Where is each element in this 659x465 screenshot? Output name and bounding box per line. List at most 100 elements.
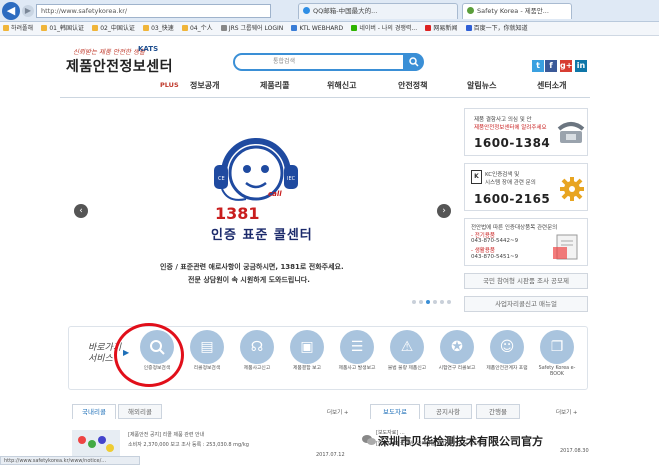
quick-item-label: 제품안전관계자 포럼 [486, 366, 528, 371]
carousel-dot[interactable] [447, 300, 451, 304]
svg-text:IEC: IEC [287, 176, 296, 182]
headset-mascot-icon: CE IEC [214, 138, 298, 201]
quick-item-recall-search[interactable]: ▤ 리콜정보검색 [186, 330, 228, 386]
address-bar[interactable]: http://www.safetykorea.kr/ [36, 4, 271, 18]
tab-overseas-recall[interactable]: 해외리콜 [118, 404, 162, 419]
kc-icon: K [471, 170, 482, 184]
phone-icon [557, 122, 585, 143]
carousel-dot-active[interactable] [426, 300, 430, 304]
news-thumbnail[interactable] [72, 430, 120, 458]
panel-text: 제품안전정보센터에 알려주세요 [474, 125, 547, 131]
box-icon: ▣ [290, 330, 324, 364]
facebook-icon[interactable]: f [545, 60, 557, 72]
favorite-item[interactable]: 하려폴해 [3, 22, 33, 35]
recall-report-panel[interactable]: 제품 결함사고 의심 및 안 제품안전정보센터에 알려주세요 1600-1384 [464, 108, 588, 156]
nav-item-about[interactable]: 센터소개 [537, 80, 566, 91]
panel-text: 전안법에 따른 인증대상품목 관련문의 [471, 225, 558, 231]
certification-inquiry-panel[interactable]: 전안법에 따른 인증대상품목 관련문의 - 전기용품 043-870-5442~… [464, 218, 588, 266]
page-icon [220, 25, 227, 31]
phone-number: 043-870-5451~9 [471, 254, 519, 260]
forward-button[interactable]: ▶ [22, 5, 34, 17]
quick-item-illegal-report[interactable]: ⚠ 불법 불량 제품신고 [386, 330, 428, 386]
quick-item-label: 리콜정보검색 [193, 366, 221, 371]
twitter-icon[interactable]: t [532, 60, 544, 72]
quick-item-lab-recall[interactable]: ✪ 시험연구 리콜보고 [436, 330, 478, 386]
gear-icon [560, 177, 584, 201]
more-link[interactable]: 더보기 + [556, 408, 578, 416]
highlight-annotation-circle [114, 323, 184, 387]
quick-item-label: 제품사고 발생보고 [338, 366, 376, 371]
quick-item-occurrence-report[interactable]: ☰ 제품사고 발생보고 [336, 330, 378, 386]
document-icon [553, 234, 578, 260]
logo-slogan: 신뢰받는 제품 안전한 생활 [73, 48, 145, 56]
search-icon [408, 57, 419, 67]
carousel-dot[interactable] [433, 300, 437, 304]
search-input[interactable]: 통합검색 [233, 53, 423, 71]
carousel-dot[interactable] [419, 300, 423, 304]
favorite-item[interactable]: 01_韩国认证 [41, 22, 84, 35]
participation-survey-button[interactable]: 국민 참여형 시판품 조사 공모제 [464, 273, 588, 289]
googleplus-icon[interactable]: g+ [560, 60, 572, 72]
quick-item-label: 제품결함 보고 [292, 366, 321, 371]
recall-manual-button[interactable]: 사업자리콜신고 매뉴얼 [464, 296, 588, 312]
carousel-dot[interactable] [412, 300, 416, 304]
clipboard-icon: ☰ [340, 330, 374, 364]
nav-item-recall[interactable]: 제품리콜 [260, 80, 289, 91]
quick-item-forum[interactable]: ☺ 제품안전관계자 포럼 [486, 330, 528, 386]
tab-label: QQ邮箱-中国最大的... [313, 7, 378, 15]
mail-icon [303, 7, 310, 14]
favorite-item[interactable]: 百度一下，你就知道 [465, 22, 528, 35]
nav-item-info[interactable]: 정보공개 [190, 80, 219, 91]
quick-item-accident-report[interactable]: ☊ 제품사고신고 [236, 330, 278, 386]
hero-description: 인증 / 표준관련 애로사항이 궁금하시면, 1381로 전화주세요. [160, 263, 344, 271]
carousel-prev-button[interactable]: ‹ [74, 204, 88, 218]
carousel-dot[interactable] [440, 300, 444, 304]
browser-status-bar: http://www.safetykorea.kr/www/notice/... [0, 456, 140, 465]
kc-search-panel[interactable]: K KC인증검색 및 시스템 장애 관련 문의 1600-2165 [464, 163, 588, 211]
site-icon [467, 7, 474, 14]
medal-icon: ✪ [440, 330, 474, 364]
favorite-item[interactable]: JRS 그룹웨어 LOGIN [220, 22, 283, 35]
favorite-item[interactable]: 03_快速 [143, 22, 174, 35]
favorite-item[interactable]: KTL WEBHARD [291, 22, 343, 35]
search-button[interactable] [403, 53, 424, 71]
tab-domestic-recall[interactable]: 국내리콜 [72, 404, 116, 419]
naver-icon [351, 25, 358, 31]
favorite-item[interactable]: 네이버 - 나의 경쟁력... [351, 22, 417, 35]
nav-item-news[interactable]: 알림뉴스 [467, 80, 496, 91]
tab-press-release[interactable]: 보도자료 [370, 404, 420, 419]
tab-qq-mail[interactable]: QQ邮箱-中国最大的... [298, 3, 458, 19]
news-summary: 소비자 2,370,000 보고 조사 등록 : 253,030.8 mg/kg [128, 442, 249, 448]
baidu-icon [465, 25, 472, 31]
more-link[interactable]: 더보기 + [327, 408, 349, 416]
panel-text: - 생활용품 [471, 248, 495, 254]
folder-icon [143, 25, 150, 31]
favorite-item[interactable]: 网易新闻 [425, 22, 457, 35]
tab-publications[interactable]: 간행물 [476, 404, 520, 419]
linkedin-icon[interactable]: in [575, 60, 587, 72]
quick-item-label: 불법 불량 제품신고 [387, 366, 427, 371]
site-logo[interactable]: 제품안전정보센터 [66, 56, 173, 76]
favorite-item[interactable]: 04_个人 [181, 22, 213, 35]
tab-safety-korea[interactable]: Safety Korea - 제품안... [462, 3, 572, 19]
headset-icon: ☊ [240, 330, 274, 364]
panel-text: 시스템 장애 관련 문의 [485, 180, 536, 186]
favorite-item[interactable]: 02_中国认证 [92, 22, 135, 35]
back-button[interactable]: ◀ [2, 2, 20, 20]
tab-notices[interactable]: 공지사항 [424, 404, 472, 419]
watermark-text: 深圳市贝华检测技术有限公司官方 [378, 435, 543, 448]
favorites-bar: 하려폴해 01_韩国认证 02_中国认证 03_快速 04_个人 JRS 그룹웨… [0, 22, 659, 36]
tab-label: Safety Korea - 제품안... [477, 7, 549, 15]
carousel-next-button[interactable]: › [437, 204, 451, 218]
hero-title: 인증 표준 콜센터 [211, 228, 313, 243]
hero-description: 전문 상담원이 속 시원하게 도와드립니다. [188, 276, 310, 284]
quick-item-defect-report[interactable]: ▣ 제품결함 보고 [286, 330, 328, 386]
panel-text: KC인증검색 및 [485, 172, 520, 178]
nav-item-report[interactable]: 위해신고 [327, 80, 356, 91]
quick-item-ebook[interactable]: ❐ Safety Korea e-BOOK [536, 330, 578, 386]
nav-item-policy[interactable]: 안전정책 [398, 80, 427, 91]
folder-icon [3, 25, 9, 31]
news-title[interactable]: [제품안전 공지] 리콜 제품 관련 안내 [128, 431, 204, 438]
quick-item-label: Safety Korea e-BOOK [538, 366, 576, 377]
quick-item-label: 제품사고신고 [243, 366, 271, 371]
